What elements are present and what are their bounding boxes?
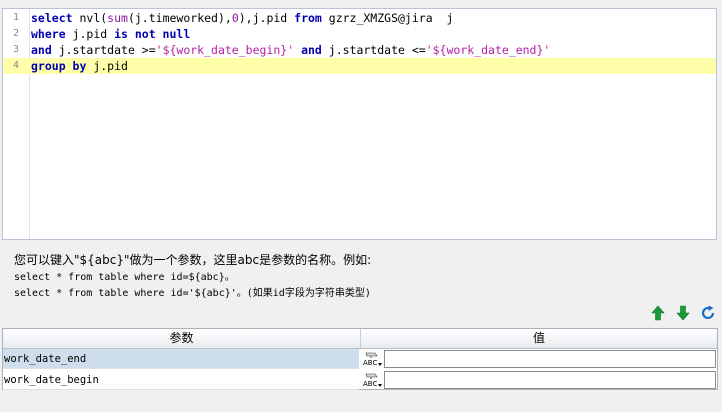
refresh-icon <box>701 305 715 320</box>
param-name[interactable]: work_date_end <box>3 349 359 369</box>
column-header-value[interactable]: 值 <box>361 329 717 348</box>
code-token: 0 <box>231 11 239 25</box>
hint-title: 您可以键入"${abc}"做为一个参数，这里abc是参数的名称。例如: <box>14 253 372 267</box>
line-number: 1 <box>12 12 19 23</box>
code-token: is not null <box>114 27 191 41</box>
code-line[interactable]: 2 where j.pid is not null <box>3 26 716 42</box>
code-text: group by j.pid <box>31 58 128 74</box>
code-token: sum <box>107 11 128 25</box>
parameter-hint: 您可以键入"${abc}"做为一个参数，这里abc是参数的名称。例如: sele… <box>14 252 704 302</box>
code-token: gzrz_XMZGS@jira j <box>321 11 454 25</box>
code-text: where j.pid is not null <box>31 26 190 42</box>
hint-example-2: select * from table where id='${abc}'。(如… <box>14 288 371 299</box>
code-token: '${work_date_end}' <box>425 43 551 57</box>
code-text: and j.startdate >='${work_date_begin}' a… <box>31 42 550 58</box>
arrow-down-icon <box>676 305 690 321</box>
code-token: group by <box>31 59 87 73</box>
param-value-input[interactable] <box>384 371 716 389</box>
code-token: where <box>31 27 66 41</box>
code-line[interactable]: 4 group by j.pid <box>3 58 716 74</box>
column-header-param[interactable]: 参数 <box>3 329 361 348</box>
abc-icon[interactable]: ABC <box>361 371 383 389</box>
arrow-up-icon <box>651 305 665 321</box>
parameters-table: 参数 值 work_date_end ABC work_date_begin A… <box>2 328 718 390</box>
refresh-button[interactable] <box>700 305 716 321</box>
table-header: 参数 值 <box>3 329 717 349</box>
line-number: 4 <box>12 60 19 71</box>
code-token: from <box>294 11 322 25</box>
param-name[interactable]: work_date_begin <box>3 370 359 390</box>
code-token: ),j.pid <box>238 11 295 25</box>
code-token: j.pid <box>86 59 128 73</box>
code-token: and <box>301 43 322 57</box>
code-token: j.startdate <= <box>321 43 426 57</box>
svg-text:ABC: ABC <box>363 380 377 388</box>
param-value-input[interactable] <box>384 350 716 368</box>
move-up-button[interactable] <box>650 305 666 321</box>
code-token: (j.timeworked), <box>127 11 232 25</box>
svg-text:ABC: ABC <box>363 359 377 367</box>
line-number: 2 <box>12 28 19 39</box>
code-token: j.startdate >= <box>51 43 156 57</box>
table-row[interactable]: work_date_end ABC <box>3 349 717 370</box>
code-token: select <box>31 11 73 25</box>
move-down-button[interactable] <box>675 305 691 321</box>
sql-editor[interactable]: 1 select nvl(sum(j.timeworked),0),j.pid f… <box>2 8 717 240</box>
code-token: nvl( <box>72 11 108 25</box>
hint-example-1: select * from table where id=${abc}。 <box>14 272 235 283</box>
abc-icon[interactable]: ABC <box>361 350 383 368</box>
table-row[interactable]: work_date_begin ABC <box>3 370 717 391</box>
code-token: j.pid <box>65 27 115 41</box>
code-token: and <box>31 43 52 57</box>
code-text: select nvl(sum(j.timeworked),0),j.pid fr… <box>31 10 453 26</box>
line-number: 3 <box>12 44 19 55</box>
code-token: '${work_date_begin}' <box>155 43 295 57</box>
code-line[interactable]: 1 select nvl(sum(j.timeworked),0),j.pid f… <box>3 10 716 26</box>
code-line[interactable]: 3 and j.startdate >='${work_date_begin}' … <box>3 42 716 58</box>
